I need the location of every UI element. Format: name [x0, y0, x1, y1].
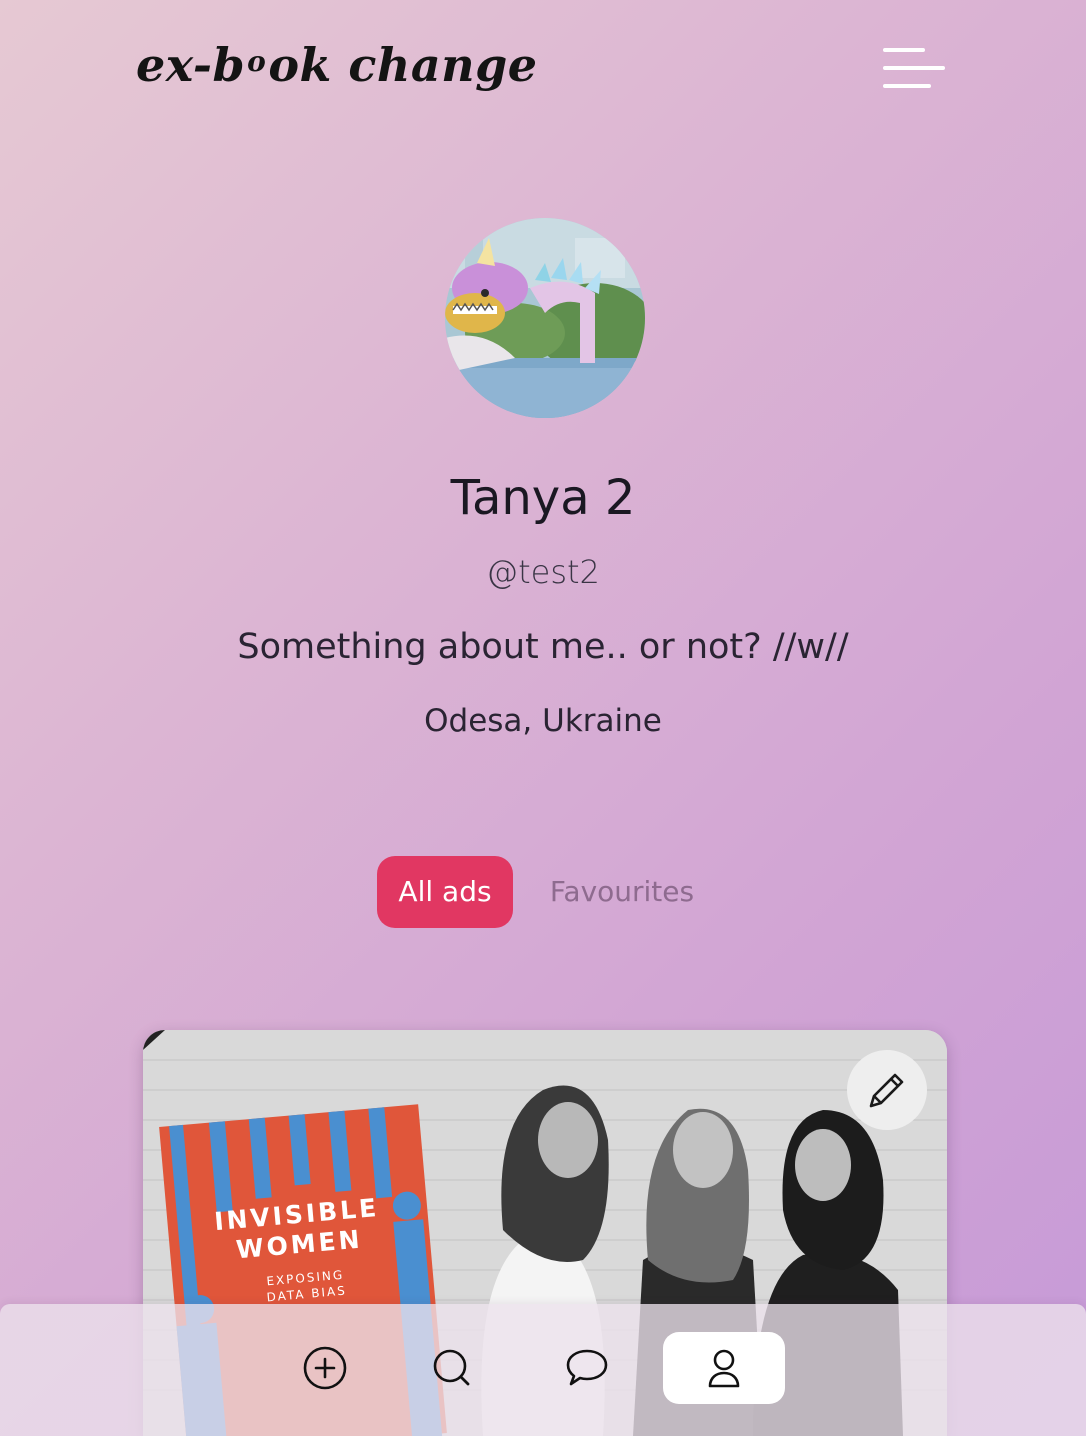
hamburger-menu-icon[interactable] — [883, 44, 945, 94]
profile-location: Odesa, Ukraine — [424, 703, 662, 739]
profile-avatar — [445, 218, 645, 418]
nav-add-ad[interactable] — [285, 1332, 365, 1404]
profile-bio: Something about me.. or not? //w// — [237, 627, 849, 667]
edit-ad-button[interactable] — [847, 1050, 927, 1130]
logo-superscript: o — [247, 45, 267, 78]
profile-handle: @test2 — [486, 553, 600, 591]
tab-favourites[interactable]: Favourites — [536, 856, 708, 928]
menu-line — [883, 48, 925, 52]
nav-profile[interactable] — [663, 1332, 785, 1404]
tab-all-ads[interactable]: All ads — [377, 856, 513, 928]
menu-line — [883, 66, 945, 70]
menu-line — [883, 84, 931, 88]
search-icon — [433, 1349, 470, 1386]
plus-circle-icon — [303, 1346, 347, 1390]
user-icon — [708, 1349, 740, 1388]
bottom-nav — [0, 1304, 1086, 1436]
dragon-avatar-photo — [445, 218, 645, 418]
app-logo[interactable]: ex-book change — [136, 38, 538, 92]
logo-suffix: ok change — [268, 38, 538, 92]
logo-prefix: ex-b — [136, 38, 246, 92]
nav-search[interactable] — [412, 1332, 492, 1404]
top-bar: ex-book change — [0, 0, 1086, 140]
profile-name: Tanya 2 — [450, 470, 636, 526]
pencil-icon — [869, 1073, 904, 1108]
nav-messages[interactable] — [547, 1332, 627, 1404]
chat-bubble-icon — [566, 1349, 608, 1386]
